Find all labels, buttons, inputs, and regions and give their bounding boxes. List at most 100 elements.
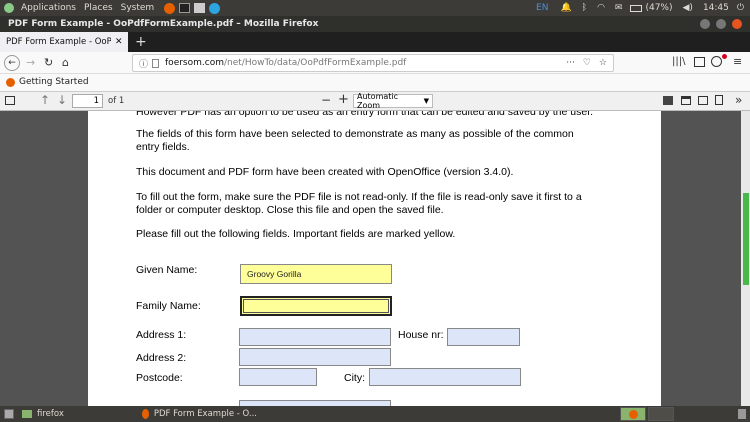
- zoom-out-button[interactable]: −: [321, 93, 331, 107]
- tab-bar: PDF Form Example - OoPdf ✕ +: [0, 32, 750, 52]
- wifi-icon[interactable]: ◠: [597, 3, 605, 13]
- battery-icon[interactable]: [630, 4, 643, 12]
- bookmarks-toolbar: Getting Started: [0, 74, 750, 92]
- postcode-field[interactable]: [239, 368, 317, 386]
- file-manager-launcher-icon[interactable]: [194, 3, 206, 13]
- house-nr-label: House nr:: [398, 329, 444, 341]
- pdf-page: However PDF has an option to be used as …: [88, 111, 661, 406]
- family-name-field[interactable]: [240, 296, 392, 316]
- tab-pdf-form-example[interactable]: PDF Form Example - OoPdf ✕: [0, 32, 128, 52]
- bookmark-getting-started[interactable]: Getting Started: [6, 77, 89, 87]
- paragraph-fields-line1: The fields of this form have been select…: [136, 128, 574, 140]
- trash-icon[interactable]: [738, 409, 746, 419]
- pdf-viewer-area: However PDF has an option to be used as …: [0, 111, 750, 406]
- system-top-panel: Applications Places System EN 🔔 ᛒ ◠ ✉ (4…: [0, 0, 750, 16]
- city-label: City:: [344, 372, 365, 384]
- bookmark-star-icon[interactable]: ☆: [599, 58, 607, 68]
- places-menu[interactable]: Places: [80, 3, 117, 13]
- workspace-switcher[interactable]: [620, 407, 646, 421]
- paragraph-openoffice: This document and PDF form have been cre…: [136, 166, 514, 178]
- previous-page-button[interactable]: ↑: [40, 93, 50, 107]
- given-name-field[interactable]: Groovy Gorilla: [240, 264, 392, 284]
- home-button[interactable]: ⌂: [62, 56, 69, 69]
- paragraph-fields-line2: entry fields.: [136, 141, 190, 153]
- taskbar-item-label: PDF Form Example - O...: [153, 409, 257, 419]
- power-icon[interactable]: ⏻: [737, 3, 744, 13]
- bottom-taskbar: firefox PDF Form Example - O...: [0, 406, 750, 422]
- applications-menu[interactable]: Applications: [17, 3, 80, 13]
- print-icon[interactable]: [681, 96, 691, 105]
- close-window-button[interactable]: [732, 19, 742, 29]
- firefox-favicon-icon: [6, 77, 15, 87]
- address2-label: Address 2:: [136, 352, 187, 364]
- window-title: PDF Form Example - OoPdfFormExample.pdf …: [8, 19, 319, 29]
- bluetooth-icon[interactable]: ᛒ: [582, 3, 587, 13]
- page-icon: [152, 58, 160, 68]
- ubuntu-logo-icon[interactable]: [4, 3, 14, 13]
- show-desktop-icon[interactable]: [4, 409, 14, 419]
- reload-button[interactable]: ↻: [44, 56, 53, 69]
- family-name-label: Family Name:: [136, 300, 201, 312]
- notification-bell-icon[interactable]: 🔔: [560, 3, 571, 13]
- terminal-launcher-icon[interactable]: [179, 3, 191, 13]
- vertical-scrollbar[interactable]: [741, 111, 750, 406]
- presentation-mode-icon[interactable]: [663, 96, 673, 105]
- bookmark-view-icon[interactable]: [715, 95, 723, 105]
- taskbar-item-label: firefox: [37, 409, 64, 419]
- back-button[interactable]: ←: [4, 55, 20, 71]
- zoom-in-button[interactable]: +: [338, 92, 349, 107]
- tab-label: PDF Form Example - OoPdf: [6, 37, 111, 47]
- next-page-button[interactable]: ↓: [57, 93, 67, 107]
- house-nr-field[interactable]: [447, 328, 520, 346]
- info-icon[interactable]: ⓘ: [139, 57, 148, 70]
- mail-icon[interactable]: ✉: [615, 3, 623, 13]
- battery-percentage: (47%): [645, 3, 673, 13]
- telegram-launcher-icon[interactable]: [209, 2, 221, 14]
- firefox-icon: [142, 409, 149, 419]
- address1-label: Address 1:: [136, 329, 187, 341]
- url-path: /net/HowTo/data/OoPdfFormExample.pdf: [223, 58, 407, 68]
- firefox-icon: [629, 410, 638, 419]
- forward-button[interactable]: →: [26, 56, 35, 69]
- taskbar-item-firefox-folder[interactable]: firefox: [19, 407, 137, 421]
- navigation-toolbar: ← → ↻ ⌂ ⓘ foersom.com/net/HowTo/data/OoP…: [0, 52, 750, 74]
- taskbar-item-pdf-form-example[interactable]: PDF Form Example - O...: [139, 407, 257, 421]
- paragraph-readonly-line2: folder or computer desktop. Close this f…: [136, 204, 444, 216]
- address2-field[interactable]: [239, 348, 391, 366]
- keyboard-layout-indicator[interactable]: EN: [536, 3, 548, 13]
- page-number-input[interactable]: 1: [72, 94, 103, 108]
- zoom-select[interactable]: Automatic Zoom ▼: [353, 92, 433, 110]
- given-name-label: Given Name:: [136, 264, 198, 276]
- zoom-value: Automatic Zoom: [357, 92, 399, 110]
- url-domain: foersom.com: [165, 58, 224, 68]
- page-count: of 1: [108, 96, 125, 106]
- city-field[interactable]: [369, 368, 521, 386]
- library-icon[interactable]: |||\: [672, 56, 685, 67]
- system-menu[interactable]: System: [117, 3, 159, 13]
- pdf-viewer-toolbar: ↑ ↓ 1 of 1 − + Automatic Zoom ▼ »: [0, 92, 750, 111]
- maximize-window-button[interactable]: [716, 19, 726, 29]
- new-tab-button[interactable]: +: [135, 34, 147, 50]
- url-bar[interactable]: ⓘ foersom.com/net/HowTo/data/OoPdfFormEx…: [132, 54, 614, 72]
- postcode-label: Postcode:: [136, 372, 183, 384]
- tools-chevron-icon[interactable]: »: [735, 93, 742, 107]
- close-tab-icon[interactable]: ✕: [115, 37, 123, 47]
- clock[interactable]: 14:45: [703, 3, 729, 13]
- truncated-paragraph: However PDF has an option to be used as …: [136, 111, 594, 118]
- firefox-launcher-icon[interactable]: [164, 2, 176, 14]
- address1-field[interactable]: [239, 328, 391, 346]
- menu-hamburger-icon[interactable]: ≡: [733, 55, 742, 68]
- account-icon[interactable]: [711, 56, 722, 67]
- paragraph-readonly-line1: To fill out the form, make sure the PDF …: [136, 191, 582, 203]
- volume-icon[interactable]: ◀): [683, 3, 693, 13]
- page-actions-button[interactable]: ···: [566, 58, 575, 68]
- folder-icon: [22, 410, 32, 418]
- workspace-switcher-empty[interactable]: [648, 407, 674, 421]
- pocket-icon[interactable]: ♡: [583, 58, 591, 68]
- scrollbar-thumb[interactable]: [743, 193, 749, 285]
- extension-icon[interactable]: [722, 54, 727, 59]
- minimize-window-button[interactable]: [700, 19, 710, 29]
- open-file-icon[interactable]: [698, 96, 708, 105]
- sidebar-toggle-icon[interactable]: [694, 57, 705, 67]
- toggle-sidebar-icon[interactable]: [5, 96, 15, 105]
